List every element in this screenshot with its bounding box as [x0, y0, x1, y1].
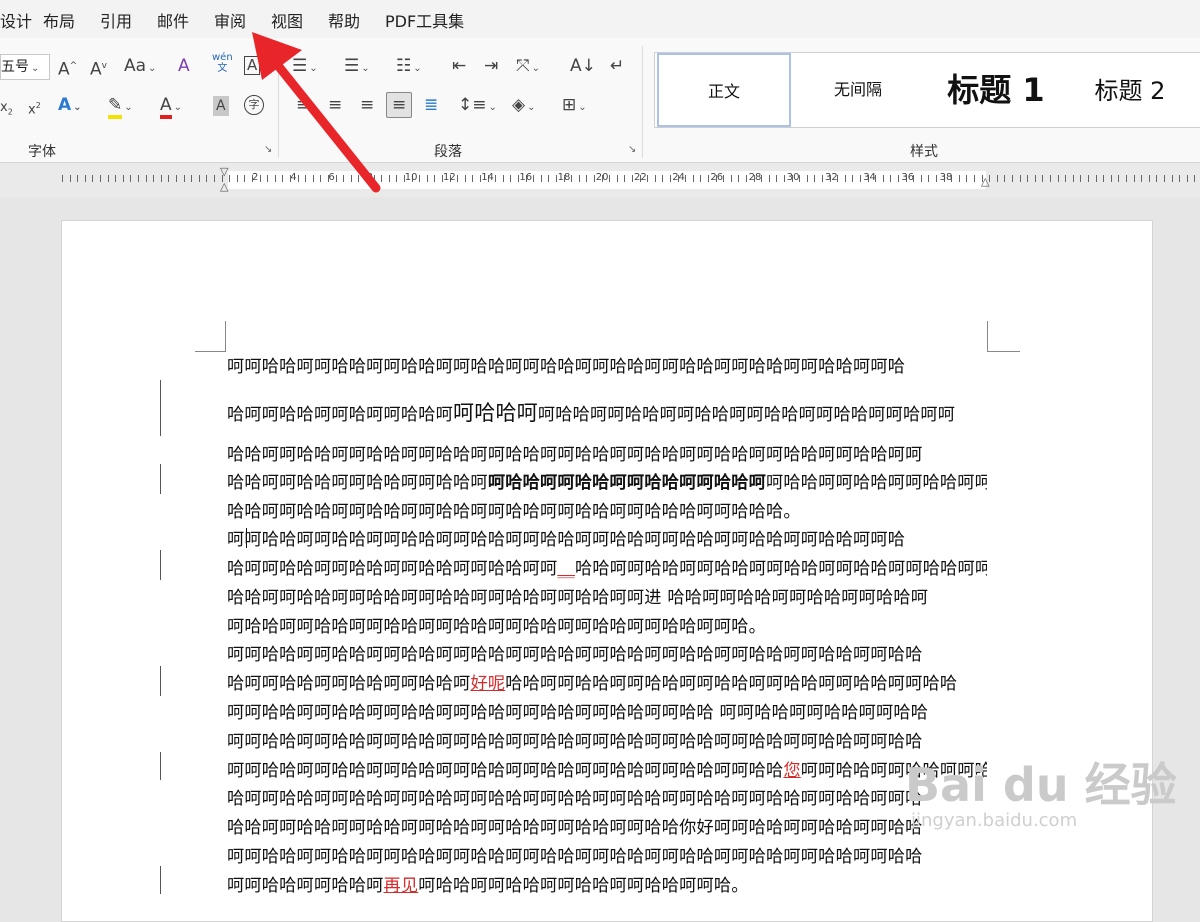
arrow-head	[252, 32, 302, 80]
arrow-shaft	[267, 53, 381, 193]
watermark-url: jingyan.baidu.com	[911, 810, 1078, 831]
baidu-jingyan-logo: Bai du 经验	[905, 758, 1177, 812]
baidu-watermark: Bai du 经验 jingyan.baidu.com	[905, 760, 1177, 831]
